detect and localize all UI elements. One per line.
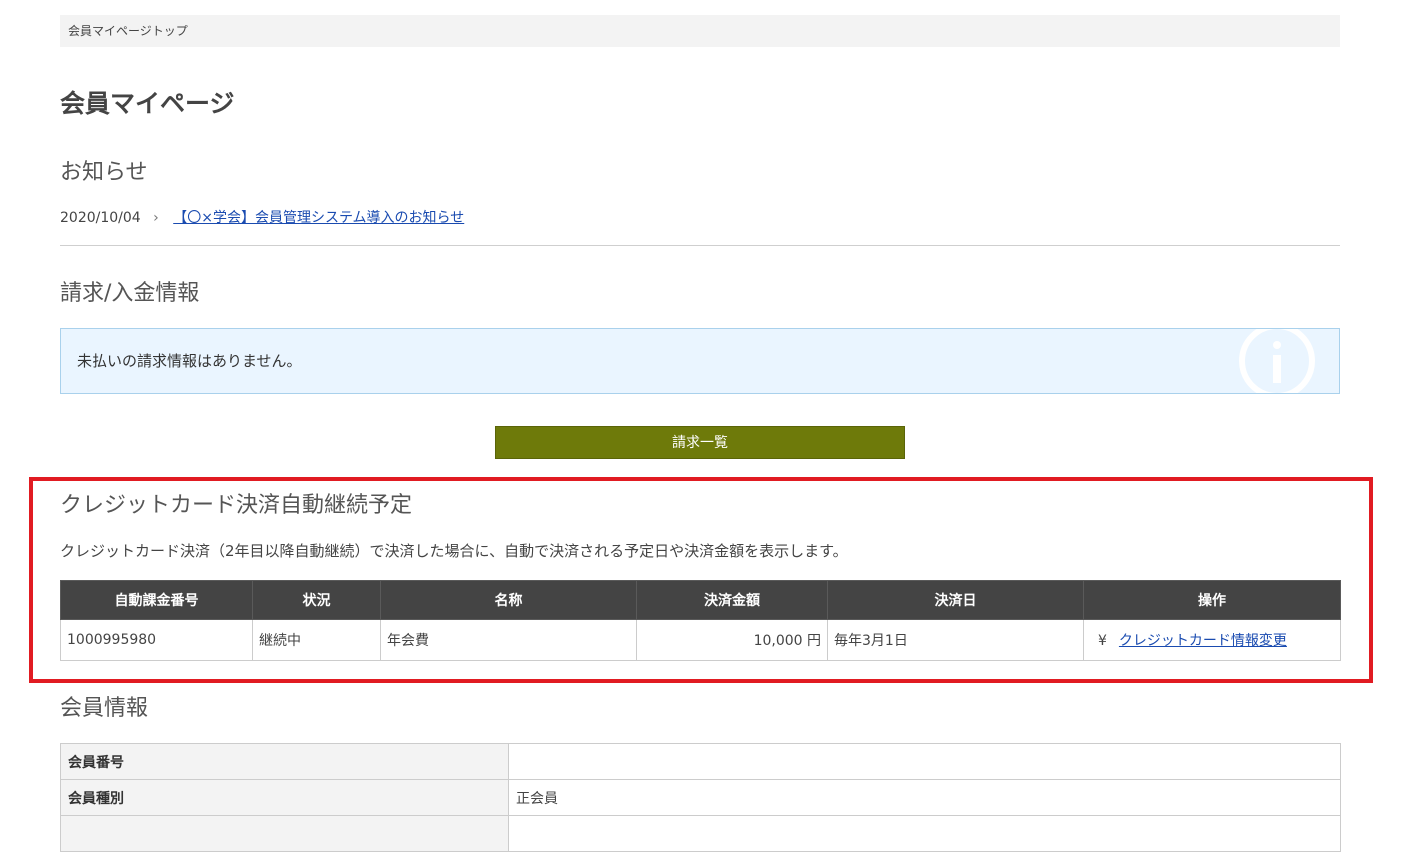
member-heading: 会員情報 (60, 696, 149, 721)
page-title: 会員マイページ (60, 89, 235, 118)
amount-cell: 10,000 円 (636, 619, 828, 661)
credit-card-description: クレジットカード決済（2年目以降自動継続）で決済した場合に、自動で決済される予定… (60, 542, 848, 560)
column-header: 自動課金番号 (60, 580, 253, 620)
credit-card-heading: クレジットカード決済自動継続予定 (60, 493, 413, 518)
billing-list-button[interactable]: 請求一覧 (495, 426, 905, 459)
member-number-label: 会員番号 (60, 743, 509, 780)
action-cell: ¥ クレジットカード情報変更 (1083, 619, 1341, 661)
table-row: 会員種別 正会員 (60, 779, 1341, 816)
table-row: 1000995980 継続中 年会費 10,000 円 毎年3月1日 ¥ クレジッ… (60, 619, 1341, 661)
news-item: 2020/10/04 › 【〇×学会】会員管理システム導入のお知らせ (60, 207, 464, 229)
auto-charge-number: 1000995980 (60, 619, 253, 661)
status-cell: 継続中 (252, 619, 381, 661)
yen-icon: ¥ (1098, 633, 1107, 649)
change-card-link[interactable]: クレジットカード情報変更 (1119, 633, 1287, 649)
member-row-label (60, 815, 509, 852)
name-cell: 年会費 (380, 619, 637, 661)
billing-info-message: 未払いの請求情報はありません。 (77, 352, 302, 370)
column-header: 名称 (380, 580, 637, 620)
news-link[interactable]: 【〇×学会】会員管理システム導入のお知らせ (173, 210, 464, 226)
breadcrumb-item-top[interactable]: 会員マイページトップ (68, 24, 188, 38)
news-date: 2020/10/04 (60, 210, 141, 226)
news-heading: お知らせ (60, 160, 148, 185)
table-row (60, 815, 1341, 852)
info-icon (1239, 329, 1315, 393)
member-row-value (508, 815, 1341, 852)
member-info-table: 会員番号 会員種別 正会員 (60, 743, 1341, 852)
breadcrumb[interactable]: 会員マイページトップ (60, 15, 1340, 47)
member-type-value: 正会員 (508, 779, 1341, 816)
member-type-label: 会員種別 (60, 779, 509, 816)
column-header: 状況 (252, 580, 381, 620)
member-number-value (508, 743, 1341, 780)
column-header: 操作 (1083, 580, 1341, 620)
table-header-row: 自動課金番号 状況 名称 決済金額 決済日 操作 (60, 580, 1341, 620)
column-header: 決済日 (827, 580, 1084, 620)
credit-card-table: 自動課金番号 状況 名称 決済金額 決済日 操作 1000995980 継続中 … (60, 580, 1341, 661)
billing-info-alert: 未払いの請求情報はありません。 (60, 328, 1340, 394)
chevron-right-icon: › (153, 210, 159, 226)
column-header: 決済金額 (636, 580, 828, 620)
billing-heading: 請求/入金情報 (60, 281, 200, 306)
table-row: 会員番号 (60, 743, 1341, 780)
payment-date-cell: 毎年3月1日 (827, 619, 1084, 661)
section-divider (60, 245, 1340, 246)
